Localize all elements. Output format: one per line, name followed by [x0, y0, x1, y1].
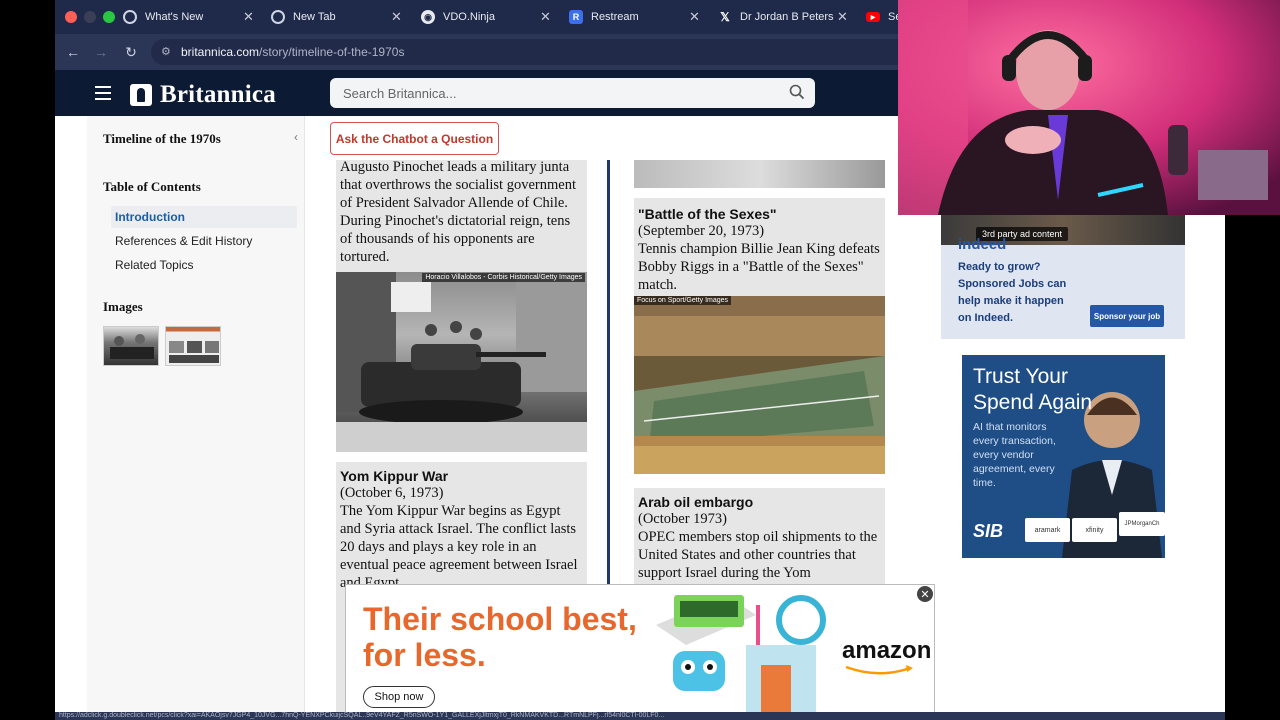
screen: What's New ✕ New Tab ✕ ◉ VDO.Ninja ✕ R R…	[0, 0, 1280, 720]
sidebar: Timeline of the 1970s ‹ Table of Content…	[87, 116, 305, 720]
sponsor-job-button[interactable]: Sponsor your job	[1090, 305, 1164, 327]
streamer-webcam-image	[898, 0, 1280, 215]
indeed-ad[interactable]: 3rd party ad content indeed Ready to gro…	[941, 215, 1185, 339]
toc-item-related-topics[interactable]: Related Topics	[111, 254, 297, 276]
tab-x-peterson[interactable]: 𝕏 Dr Jordan B Peterso	[718, 4, 846, 30]
close-window-button[interactable]	[65, 11, 77, 23]
amazon-logo: amazon	[842, 637, 932, 664]
amazon-headline: Their school best, for less.	[363, 601, 637, 673]
search-icon[interactable]	[789, 84, 805, 100]
battle-title: "Battle of the Sexes"	[638, 206, 777, 222]
menu-icon[interactable]	[95, 86, 111, 100]
image-thumbnail[interactable]	[165, 326, 221, 366]
close-tab-icon[interactable]: ✕	[540, 9, 551, 25]
britannica-logo[interactable]: Britannica	[130, 81, 276, 109]
pinochet-photo[interactable]: Horacio Villalobos - Corbis Historical/G…	[336, 272, 587, 452]
close-ad-button[interactable]: ✕	[917, 586, 933, 602]
logo-text: Britannica	[160, 81, 276, 108]
ask-chatbot-button[interactable]: Ask the Chatbot a Question	[330, 122, 499, 155]
site-settings-icon[interactable]: ⚙	[161, 45, 171, 58]
reload-icon[interactable]: ↻	[121, 42, 141, 62]
chrome-icon	[271, 10, 285, 24]
pinochet-card: Augusto Pinochet leads a military junta …	[336, 159, 587, 272]
tennis-photo[interactable]: Focus on Sport/Getty Images	[634, 296, 885, 474]
image-thumbnail[interactable]	[103, 326, 159, 366]
tab-whats-new[interactable]: What's New	[123, 4, 263, 30]
photo-credit: Horacio Villalobos - Corbis Historical/G…	[422, 273, 585, 282]
article-title: Timeline of the 1970s	[103, 131, 221, 146]
toc-item-introduction[interactable]: Introduction	[111, 206, 297, 228]
status-bar-url: https://adclick.g.doubleclick.net/pcs/cl…	[55, 712, 1225, 720]
thistle-logo-icon	[130, 84, 152, 106]
partner-logo: xfinity	[1072, 518, 1117, 542]
tab-label: VDO.Ninja	[443, 11, 495, 23]
partner-logo: JPMorganCh	[1119, 512, 1165, 536]
partner-logo: aramark	[1025, 518, 1070, 542]
toc-item-references[interactable]: References & Edit History	[111, 230, 297, 252]
tab-label: Dr Jordan B Peterso	[740, 11, 834, 23]
battle-body: Tennis champion Billie Jean King defeats…	[638, 241, 880, 293]
yom-kippur-date: (October 6, 1973)	[340, 485, 444, 501]
vdo-ninja-icon: ◉	[421, 10, 435, 24]
close-tab-icon[interactable]: ✕	[837, 9, 848, 25]
sib-headline: Trust Your Spend Again	[973, 365, 1093, 414]
yom-kippur-body: The Yom Kippur War begins as Egypt and S…	[340, 503, 578, 591]
restream-icon: R	[569, 10, 583, 24]
tab-label: New Tab	[293, 11, 336, 23]
tab-label: Restream	[591, 11, 639, 23]
amazon-ad[interactable]: Their school best, for less. Shop now am…	[345, 584, 935, 720]
toc-heading: Table of Contents	[103, 179, 201, 194]
amazon-smile-icon	[845, 665, 913, 675]
maximize-window-button[interactable]	[103, 11, 115, 23]
sib-ad[interactable]: Trust Your Spend Again AI that monitors …	[962, 355, 1165, 558]
amazon-headline-line-1: Their school best,	[363, 601, 637, 637]
tab-label: What's New	[145, 11, 204, 23]
oil-body: OPEC members stop oil shipments to the U…	[638, 529, 878, 581]
back-arrow-icon[interactable]: ←	[63, 42, 83, 62]
tab-new-tab[interactable]: New Tab	[271, 4, 411, 30]
forward-arrow-icon[interactable]: →	[91, 42, 111, 62]
images-heading: Images	[103, 299, 143, 314]
webcam-overlay	[898, 0, 1280, 215]
chevron-left-icon[interactable]: ‹	[294, 130, 298, 144]
tab-restream[interactable]: R Restream	[569, 4, 709, 30]
search-placeholder: Search Britannica...	[343, 85, 457, 101]
shop-now-button[interactable]: Shop now	[363, 686, 435, 708]
close-tab-icon[interactable]: ✕	[243, 9, 254, 25]
indeed-logo: indeed	[958, 236, 1007, 253]
chrome-icon	[123, 10, 137, 24]
url-host: britannica.com	[181, 45, 260, 59]
battle-date: (September 20, 1973)	[638, 223, 765, 239]
search-input[interactable]: Search Britannica...	[330, 78, 815, 108]
photo-credit: Focus on Sport/Getty Images	[634, 296, 732, 305]
photo-top-crop	[634, 160, 885, 188]
school-supplies-image	[656, 595, 826, 719]
minimize-window-button[interactable]	[84, 11, 96, 23]
yom-kippur-title: Yom Kippur War	[340, 468, 449, 484]
amazon-headline-line-2: for less.	[363, 637, 486, 673]
oil-date: (October 1973)	[638, 511, 727, 527]
sib-body: AI that monitors every transaction, ever…	[973, 421, 1056, 489]
url-path: /story/timeline-of-the-1970s	[259, 45, 405, 59]
x-icon: 𝕏	[720, 10, 730, 24]
close-tab-icon[interactable]: ✕	[391, 9, 402, 25]
close-tab-icon[interactable]: ✕	[689, 9, 700, 25]
oil-title: Arab oil embargo	[638, 494, 754, 510]
youtube-icon: ▶	[866, 12, 880, 22]
sib-logo: SIB	[973, 521, 1004, 541]
pinochet-body: Augusto Pinochet leads a military junta …	[340, 159, 576, 265]
indeed-ad-text: Ready to grow? Sponsored Jobs can help m…	[958, 261, 1067, 324]
battle-of-sexes-card: "Battle of the Sexes" (September 20, 197…	[634, 198, 885, 296]
